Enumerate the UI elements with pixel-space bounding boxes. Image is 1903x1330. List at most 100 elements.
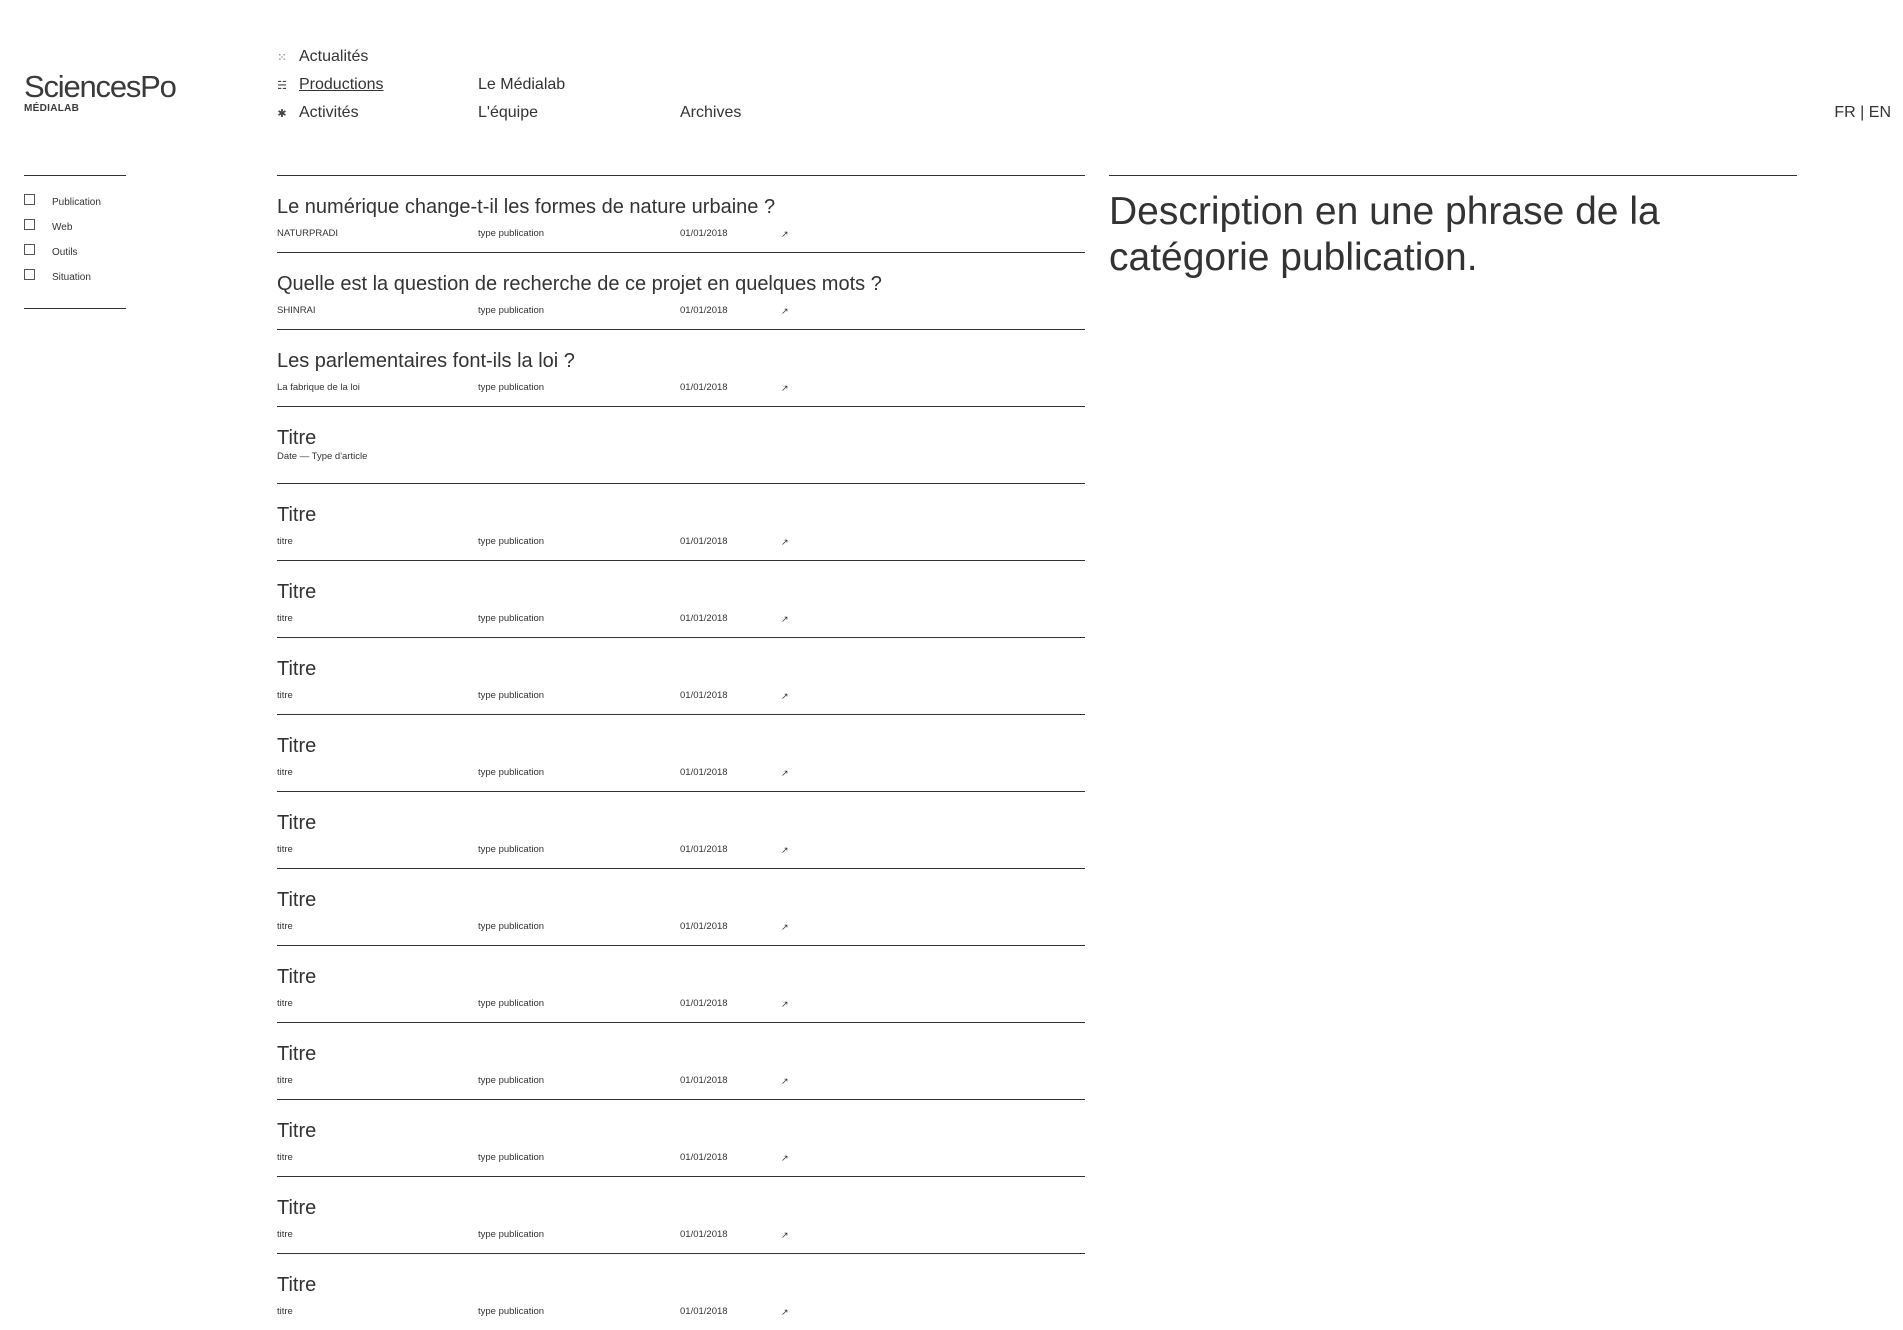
checkbox[interactable] xyxy=(24,244,35,255)
list-item[interactable]: Le numérique change-t-il les formes de n… xyxy=(277,176,1085,253)
external-link-icon[interactable]: ↗ xyxy=(781,1075,789,1087)
item-title[interactable]: Titre xyxy=(277,889,316,911)
item-date: 01/01/2018 xyxy=(680,228,728,239)
external-link-icon[interactable]: ↗ xyxy=(781,613,789,625)
filter-label: Web xyxy=(52,222,73,233)
filter-outils[interactable]: Outils xyxy=(24,240,126,265)
list-item[interactable]: Titre titre type publication 01/01/2018 … xyxy=(277,1100,1085,1177)
external-link-icon[interactable]: ↗ xyxy=(781,1306,789,1318)
item-date: 01/01/2018 xyxy=(680,1306,728,1317)
list-item[interactable]: Titre titre type publication 01/01/2018 … xyxy=(277,484,1085,561)
item-type: type publication xyxy=(478,613,545,624)
list-item[interactable]: Titre titre type publication 01/01/2018 … xyxy=(277,1023,1085,1100)
list-item[interactable]: Titre titre type publication 01/01/2018 … xyxy=(277,561,1085,638)
item-type: type publication xyxy=(478,690,545,701)
external-link-icon[interactable]: ↗ xyxy=(781,1229,789,1241)
list-item[interactable]: Titre titre type publication 01/01/2018 … xyxy=(277,1254,1085,1330)
item-date: 01/01/2018 xyxy=(680,1229,728,1240)
checkbox[interactable] xyxy=(24,269,35,280)
list-item[interactable]: Les parlementaires font-ils la loi ? La … xyxy=(277,330,1085,407)
item-type: type publication xyxy=(478,1075,545,1086)
external-link-icon[interactable]: ↗ xyxy=(781,305,789,317)
item-title[interactable]: Titre xyxy=(277,427,316,449)
item-title[interactable]: Les parlementaires font-ils la loi ? xyxy=(277,350,575,372)
item-type: type publication xyxy=(478,1229,545,1240)
dots-icon: ⁙ xyxy=(277,52,287,64)
item-date: 01/01/2018 xyxy=(680,921,728,932)
list-item[interactable]: Titre titre type publication 01/01/2018 … xyxy=(277,638,1085,715)
item-title[interactable]: Titre xyxy=(277,1043,316,1065)
nav-item-label: Activités xyxy=(299,104,359,121)
item-type: type publication xyxy=(478,305,545,316)
external-link-icon[interactable]: ↗ xyxy=(781,1152,789,1164)
item-type: type publication xyxy=(478,536,545,547)
external-link-icon[interactable]: ↗ xyxy=(781,921,789,933)
external-link-icon[interactable]: ↗ xyxy=(781,998,789,1010)
item-title[interactable]: Quelle est la question de recherche de c… xyxy=(277,273,882,295)
nav-item-productions[interactable]: ☵ Productions xyxy=(275,76,383,95)
checkbox[interactable] xyxy=(24,219,35,230)
item-date: 01/01/2018 xyxy=(680,536,728,547)
item-author: titre xyxy=(277,767,293,778)
item-title[interactable]: Titre xyxy=(277,504,316,526)
item-title[interactable]: Titre xyxy=(277,1120,316,1142)
list-item[interactable]: Titre titre type publication 01/01/2018 … xyxy=(277,1177,1085,1254)
item-type: type publication xyxy=(478,1306,545,1317)
item-title[interactable]: Titre xyxy=(277,966,316,988)
filter-label: Outils xyxy=(52,247,78,258)
item-title[interactable]: Titre xyxy=(277,1274,316,1296)
list-item[interactable]: Titre titre type publication 01/01/2018 … xyxy=(277,792,1085,869)
language-switch[interactable]: FR | EN xyxy=(1834,104,1891,122)
description-text: Description en une phrase de la catégori… xyxy=(1109,190,1660,279)
item-title[interactable]: Le numérique change-t-il les formes de n… xyxy=(277,196,775,218)
item-author: La fabrique de la loi xyxy=(277,382,360,393)
filter-panel: Publication Web Outils Situation xyxy=(24,175,126,309)
external-link-icon[interactable]: ↗ xyxy=(781,690,789,702)
logo[interactable]: SciencesPo MÉDIALAB xyxy=(24,71,194,115)
item-title[interactable]: Titre xyxy=(277,1197,316,1219)
item-title[interactable]: Titre xyxy=(277,735,316,757)
filter-label: Situation xyxy=(52,272,91,283)
item-author: titre xyxy=(277,1075,293,1086)
nav-item-activites[interactable]: ✱ Activités xyxy=(275,104,359,123)
list-item[interactable]: Titre titre type publication 01/01/2018 … xyxy=(277,715,1085,792)
item-type: type publication xyxy=(478,228,545,239)
item-date: 01/01/2018 xyxy=(680,1075,728,1086)
list-icon: ☵ xyxy=(277,80,287,92)
logo-subtitle: MÉDIALAB xyxy=(24,103,80,114)
nav-item-le-medialab[interactable]: Le Médialab xyxy=(478,76,565,94)
item-date: 01/01/2018 xyxy=(680,767,728,778)
item-date: 01/01/2018 xyxy=(680,382,728,393)
item-date: 01/01/2018 xyxy=(680,305,728,316)
item-date: 01/01/2018 xyxy=(680,613,728,624)
nav-item-equipe[interactable]: L'équipe xyxy=(478,104,538,122)
item-title[interactable]: Titre xyxy=(277,581,316,603)
item-author: SHINRAI xyxy=(277,305,316,316)
external-link-icon[interactable]: ↗ xyxy=(781,228,789,240)
external-link-icon[interactable]: ↗ xyxy=(781,382,789,394)
nav-item-archives[interactable]: Archives xyxy=(680,104,741,122)
item-title[interactable]: Titre xyxy=(277,812,316,834)
filter-web[interactable]: Web xyxy=(24,215,126,240)
list-item[interactable]: Titre Date — Type d'article xyxy=(277,407,1085,484)
list-item[interactable]: Titre titre type publication 01/01/2018 … xyxy=(277,869,1085,946)
item-title[interactable]: Titre xyxy=(277,658,316,680)
external-link-icon[interactable]: ↗ xyxy=(781,767,789,779)
item-author: NATURPRADI xyxy=(277,228,339,239)
list-item[interactable]: Titre titre type publication 01/01/2018 … xyxy=(277,946,1085,1023)
item-type: type publication xyxy=(478,921,545,932)
publication-list: Le numérique change-t-il les formes de n… xyxy=(277,175,1085,1330)
item-author: titre xyxy=(277,1152,293,1163)
item-author: titre xyxy=(277,613,293,624)
list-item[interactable]: Quelle est la question de recherche de c… xyxy=(277,253,1085,330)
external-link-icon[interactable]: ↗ xyxy=(781,844,789,856)
item-date: 01/01/2018 xyxy=(680,690,728,701)
checkbox[interactable] xyxy=(24,194,35,205)
filter-publication[interactable]: Publication xyxy=(24,190,126,215)
external-link-icon[interactable]: ↗ xyxy=(781,536,789,548)
filter-situation[interactable]: Situation xyxy=(24,265,126,290)
asterisk-icon: ✱ xyxy=(277,108,287,120)
item-author: titre xyxy=(277,1306,293,1317)
item-date: 01/01/2018 xyxy=(680,998,728,1009)
nav-item-actualites[interactable]: ⁙ Actualités xyxy=(275,48,368,67)
